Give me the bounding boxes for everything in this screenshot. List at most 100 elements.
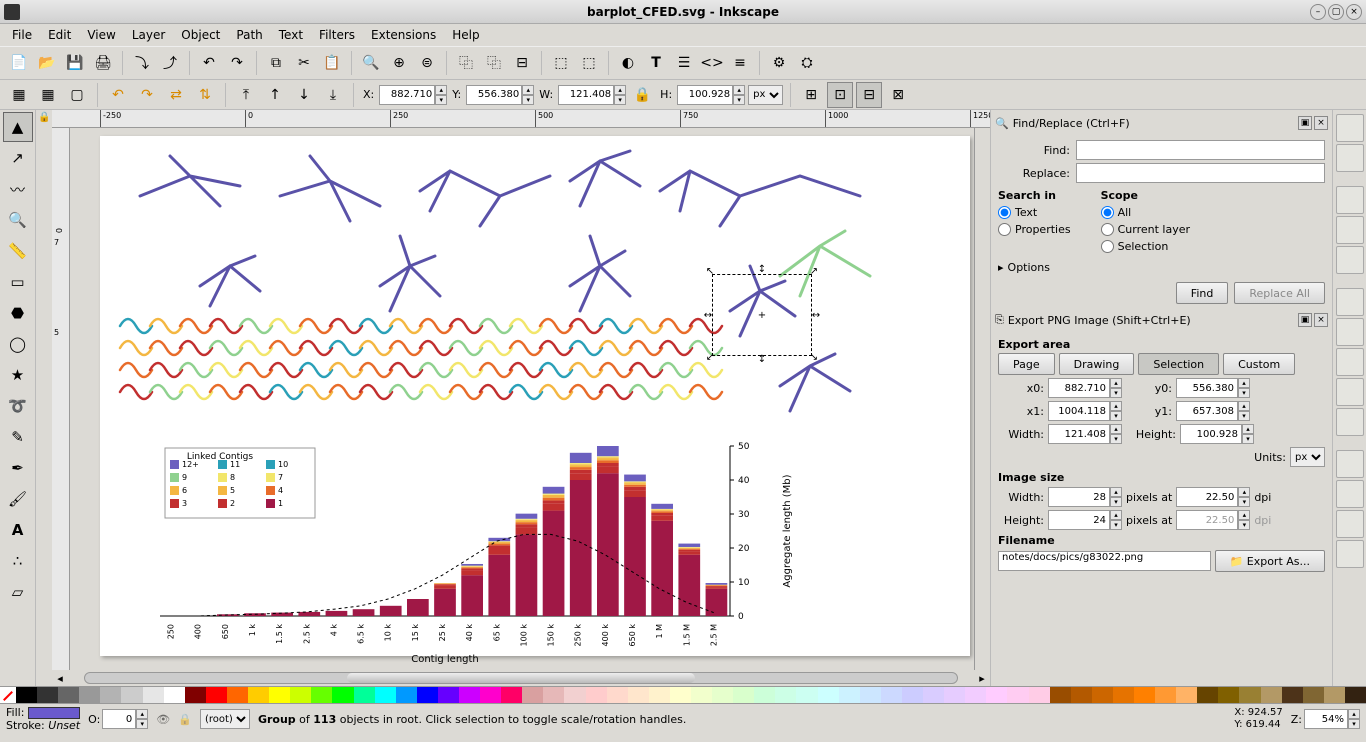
h-input[interactable] (677, 85, 733, 105)
new-doc-button[interactable]: 📄 (6, 50, 32, 76)
swatch[interactable] (860, 687, 881, 703)
swatch[interactable] (1071, 687, 1092, 703)
tweak-tool[interactable]: 〰 (3, 174, 33, 204)
layer-visibility-icon[interactable]: 👁 (156, 713, 170, 726)
unlink-button[interactable]: ⊟ (509, 50, 535, 76)
xml-button[interactable]: <> (699, 50, 725, 76)
box3d-tool[interactable]: ⬣ (3, 298, 33, 328)
export-height[interactable] (1180, 424, 1242, 444)
node-tool[interactable]: ↗ (3, 143, 33, 173)
menu-path[interactable]: Path (230, 26, 268, 44)
swatch[interactable] (1324, 687, 1345, 703)
snap-toggle-11[interactable] (1336, 450, 1364, 478)
export-tab-drawing[interactable]: Drawing (1059, 353, 1135, 375)
ungroup-button[interactable]: ⬚ (576, 50, 602, 76)
menu-edit[interactable]: Edit (42, 26, 77, 44)
snap-toggle-2[interactable] (1336, 144, 1364, 172)
swatch[interactable] (1218, 687, 1239, 703)
selector-tool[interactable]: ▲ (3, 112, 33, 142)
swatch[interactable] (775, 687, 796, 703)
swatch[interactable] (607, 687, 628, 703)
text-dialog-button[interactable]: T (643, 50, 669, 76)
swatch[interactable] (1050, 687, 1071, 703)
searchin-text-radio[interactable]: Text (998, 206, 1071, 219)
export-x1[interactable] (1048, 401, 1110, 421)
snap-toggle-14[interactable] (1336, 540, 1364, 568)
zoom-input[interactable] (1304, 709, 1348, 729)
dpi-1[interactable] (1176, 487, 1238, 507)
menu-extensions[interactable]: Extensions (365, 26, 442, 44)
swatch[interactable] (818, 687, 839, 703)
snap-toggle-7[interactable] (1336, 318, 1364, 346)
copy-button[interactable]: ⧉ (263, 50, 289, 76)
group-button[interactable]: ⬚ (548, 50, 574, 76)
panel-close-button[interactable]: × (1314, 116, 1328, 130)
import-button[interactable]: ⤵ (129, 50, 155, 76)
deselect-button[interactable]: ▢ (64, 82, 90, 108)
eraser-tool[interactable]: ▱ (3, 577, 33, 607)
swatch[interactable] (733, 687, 754, 703)
img-height[interactable] (1048, 510, 1110, 530)
swatch[interactable] (1092, 687, 1113, 703)
snap-toggle-9[interactable] (1336, 378, 1364, 406)
canvas[interactable]: ↖ ↗ ↙ ↘ ↕ ↕ ↔ ↔ + 010203040502504006501 … (70, 128, 974, 670)
rect-tool[interactable]: ▭ (3, 267, 33, 297)
affect-pattern-button[interactable]: ⊠ (885, 82, 911, 108)
spiral-tool[interactable]: ➰ (3, 391, 33, 421)
color-palette[interactable] (0, 686, 1366, 704)
swatch[interactable] (944, 687, 965, 703)
cut-button[interactable]: ✂ (291, 50, 317, 76)
scope-all-radio[interactable]: All (1101, 206, 1190, 219)
swatch[interactable] (290, 687, 311, 703)
maximize-button[interactable]: ▢ (1328, 4, 1344, 20)
swatch[interactable] (628, 687, 649, 703)
snap-toggle-5[interactable] (1336, 246, 1364, 274)
fill-chip[interactable] (28, 707, 80, 719)
horizontal-scrollbar[interactable]: ◂ ▸ (52, 670, 990, 686)
snap-toggle-1[interactable] (1336, 114, 1364, 142)
opacity-input[interactable] (102, 709, 136, 729)
calligraphy-tool[interactable]: 🖌 (3, 484, 33, 514)
swatch[interactable] (923, 687, 944, 703)
print-button[interactable]: 🖨 (90, 50, 116, 76)
flip-h-button[interactable]: ⇄ (163, 82, 189, 108)
ellipse-tool[interactable]: ◯ (3, 329, 33, 359)
scope-layer-radio[interactable]: Current layer (1101, 223, 1190, 236)
pencil-tool[interactable]: ✎ (3, 422, 33, 452)
swatch[interactable] (311, 687, 332, 703)
panel-min-button[interactable]: ▣ (1298, 116, 1312, 130)
swatch[interactable] (712, 687, 733, 703)
affect-stroke-button[interactable]: ⊞ (798, 82, 824, 108)
layers-button[interactable]: ☰ (671, 50, 697, 76)
docprefs-button[interactable]: ⛭ (794, 50, 820, 76)
swatch[interactable] (1261, 687, 1282, 703)
swatch[interactable] (543, 687, 564, 703)
swatch[interactable] (881, 687, 902, 703)
swatch[interactable] (79, 687, 100, 703)
swatch[interactable] (670, 687, 691, 703)
options-expander[interactable]: ▸ Options (998, 261, 1325, 274)
menu-file[interactable]: File (6, 26, 38, 44)
swatch[interactable] (1239, 687, 1260, 703)
swatch[interactable] (459, 687, 480, 703)
snap-toggle-10[interactable] (1336, 408, 1364, 436)
swatch[interactable] (839, 687, 860, 703)
menu-object[interactable]: Object (175, 26, 226, 44)
snap-toggle-12[interactable] (1336, 480, 1364, 508)
y-input[interactable] (466, 85, 522, 105)
swatch[interactable] (396, 687, 417, 703)
align-button[interactable]: ≡ (727, 50, 753, 76)
menu-help[interactable]: Help (446, 26, 485, 44)
swatch[interactable] (965, 687, 986, 703)
swatch[interactable] (649, 687, 670, 703)
export-y0[interactable] (1176, 378, 1238, 398)
x-input[interactable] (379, 85, 435, 105)
export-tab-page[interactable]: Page (998, 353, 1055, 375)
swatch[interactable] (501, 687, 522, 703)
swatch[interactable] (522, 687, 543, 703)
flip-v-button[interactable]: ⇅ (192, 82, 218, 108)
swatch[interactable] (1155, 687, 1176, 703)
swatch[interactable] (16, 687, 37, 703)
swatch[interactable] (1113, 687, 1134, 703)
swatch[interactable] (185, 687, 206, 703)
